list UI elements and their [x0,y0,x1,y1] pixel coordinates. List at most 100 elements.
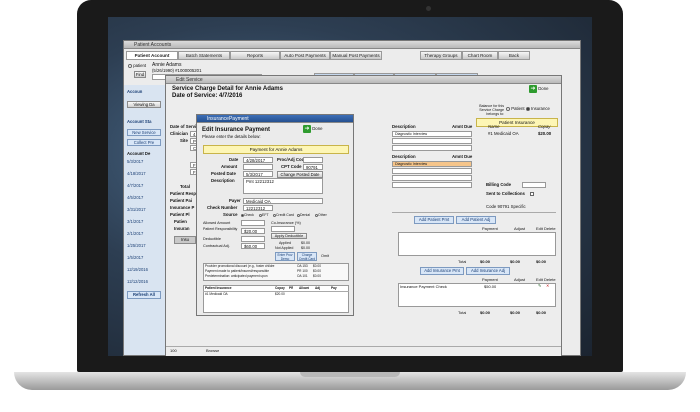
browse-mode[interactable]: Browse [206,348,219,353]
tab-back[interactable]: Back [498,51,530,60]
not-applied-value: $0.00 [301,246,310,250]
account-sidebar: Accoun Viewing Da Account Sta New Servic… [124,85,166,355]
source-option-denial[interactable]: Denial [297,212,310,218]
tab-patient-account[interactable]: Patient Account [126,51,178,60]
coinsurance-input[interactable] [271,226,295,232]
payer-row-name[interactable]: #1 Medicaid OA [488,131,519,137]
add-insurance-pmt-button[interactable]: Add Insurance Pmt [420,267,464,275]
sidebar-date[interactable]: 1/5/2017 [127,255,143,260]
desc-blank-3 [392,168,472,174]
payer-input[interactable]: Medicaid OA [243,198,323,204]
tab-reports[interactable]: Reports [230,51,280,60]
insurance-payment-title: InsurancePayment [197,115,353,123]
allowed-amount-input[interactable] [241,220,265,226]
sidebar-date[interactable]: 5/3/2017 [127,159,143,164]
source-option-credit-card[interactable]: Credit Card [273,212,294,218]
source-label: Source [223,212,238,217]
sidebar-date[interactable]: 4/7/2017 [127,183,143,188]
not-applied-label: Not Applied [275,246,294,250]
tab-batch-statements[interactable]: Batch Statements [178,51,230,60]
ins-row[interactable]: Insurance Payment Check [400,284,447,289]
sidebar-date[interactable]: 4/18/2017 [127,171,146,176]
billing-code-label: Billing Code [486,182,512,187]
pay-col-edit-delete: Edit Delete [536,226,556,231]
ins-done-button[interactable]: ➜ Done [303,125,322,133]
find-button[interactable]: Find [134,71,146,78]
source-credit-card-label: Credit Card [276,213,294,217]
cpt-code-input[interactable]: 90791 [303,164,323,170]
desc-header-2: Description [392,154,416,159]
amount-input[interactable] [243,164,273,170]
checkbox-icon[interactable] [530,191,534,196]
apply-deductible-button[interactable]: Apply Deductible [271,233,307,239]
sidebar-date[interactable]: 12/19/2016 [127,267,148,272]
patient-radio-label[interactable]: patient [128,63,146,69]
patient-radio-icon[interactable] [128,63,132,68]
source-option-check[interactable]: Check [241,212,254,218]
desc-blank-1 [392,138,472,144]
tab-therapy-groups[interactable]: Therapy Groups [420,51,462,60]
total-value-2: $0.00 [510,310,521,315]
proc-adj-code-input[interactable] [303,157,323,163]
deductible-input[interactable] [241,236,265,242]
radio-icon[interactable] [525,106,530,111]
contractual-adj-input[interactable]: $60.00 [241,243,265,249]
tab-manual-post-payments[interactable]: Manual Post Payments [330,51,382,60]
tab-chart-room[interactable]: Chart Room [462,51,498,60]
date-input[interactable]: 4/28/2017 [243,157,273,163]
sidebar-date[interactable]: 3/31/2017 [127,207,146,212]
patient-resp-label: Patient Responsibility [203,227,238,231]
add-patient-adj-button[interactable]: Add Patient Adj [456,216,496,224]
patient-resp-input[interactable]: $20.00 [241,228,265,234]
enter-prov-demo-button[interactable]: Enter Prov Demo [275,252,295,261]
sidebar-date[interactable]: 3/1/2017 [127,219,143,224]
sidebar-date[interactable]: 1/25/2017 [127,243,146,248]
deductible-label: Deductible [203,237,221,241]
add-patient-pmt-button[interactable]: Add Patient Pmt [414,216,454,224]
delete-icon[interactable]: ✕ [546,283,549,288]
done-button[interactable]: ➜ Done [529,85,548,93]
label-insurance: Insuran [174,226,190,231]
desc-row[interactable]: Diagnostic Interview [392,131,472,137]
ins-table-row-name[interactable]: #1 Medicaid OA [205,292,228,297]
balance-patient-option[interactable]: Patient Insurance [506,106,550,112]
radio-icon[interactable] [506,106,510,111]
pay-col-payment: Payment [482,226,498,231]
ins-table-row-copay: $20.00 [275,292,285,296]
change-posted-date-button[interactable]: Change Posted Date [277,171,323,178]
amount-label: Amount [221,164,238,169]
tab-auto-post-payments[interactable]: Auto Post Payments [280,51,330,60]
total-label-2: Total [458,310,467,315]
check-number-input[interactable]: 12212312 [243,205,273,211]
patient-label: patient [133,63,147,68]
charge-credit-card-button[interactable]: Charge Credit Card [297,252,317,261]
source-option-other[interactable]: Other [315,212,327,218]
label-patient-resp: Patient Resp [170,191,197,196]
description-input[interactable]: Pmt 12212312 [243,178,323,194]
label-site: Site [180,138,188,143]
refresh-all-button[interactable]: Refresh All [127,291,161,299]
sidebar-date[interactable]: 4/5/2017 [127,195,143,200]
arrow-right-icon: ➜ [303,125,311,133]
collections-checkbox[interactable] [530,191,534,197]
viewing-data-button[interactable]: Viewing Da [127,101,161,108]
new-service-button[interactable]: New Service [127,129,161,136]
insurance-button[interactable]: Insu [174,236,196,244]
ins-col-edit-delete: Edit Delete [536,277,556,282]
collect-pre-button[interactable]: Collect Pre [127,139,161,146]
insurance-option-label: Insurance [531,106,550,111]
billing-code-input[interactable] [522,182,546,188]
edit-icon[interactable]: ✎ [538,283,541,288]
payer-label: Payer [229,198,241,203]
ins-row-amt: $50.00 [484,284,497,289]
laptop-notch [300,372,400,377]
desc-row-2[interactable]: Diagnostic Interview [392,161,472,167]
sidebar-date[interactable]: 2/1/2017 [127,231,143,236]
posted-date-input[interactable]: 5/3/2017 [243,171,273,177]
add-insurance-adj-button[interactable]: Add Insurance Adj [466,267,510,275]
desc-blank-2 [392,145,472,151]
sidebar-account-label: Accoun [127,89,143,94]
zoom-level[interactable]: 100 [170,348,177,353]
sidebar-date[interactable]: 12/12/2016 [127,279,148,284]
source-option-eft[interactable]: EFT [259,212,269,218]
